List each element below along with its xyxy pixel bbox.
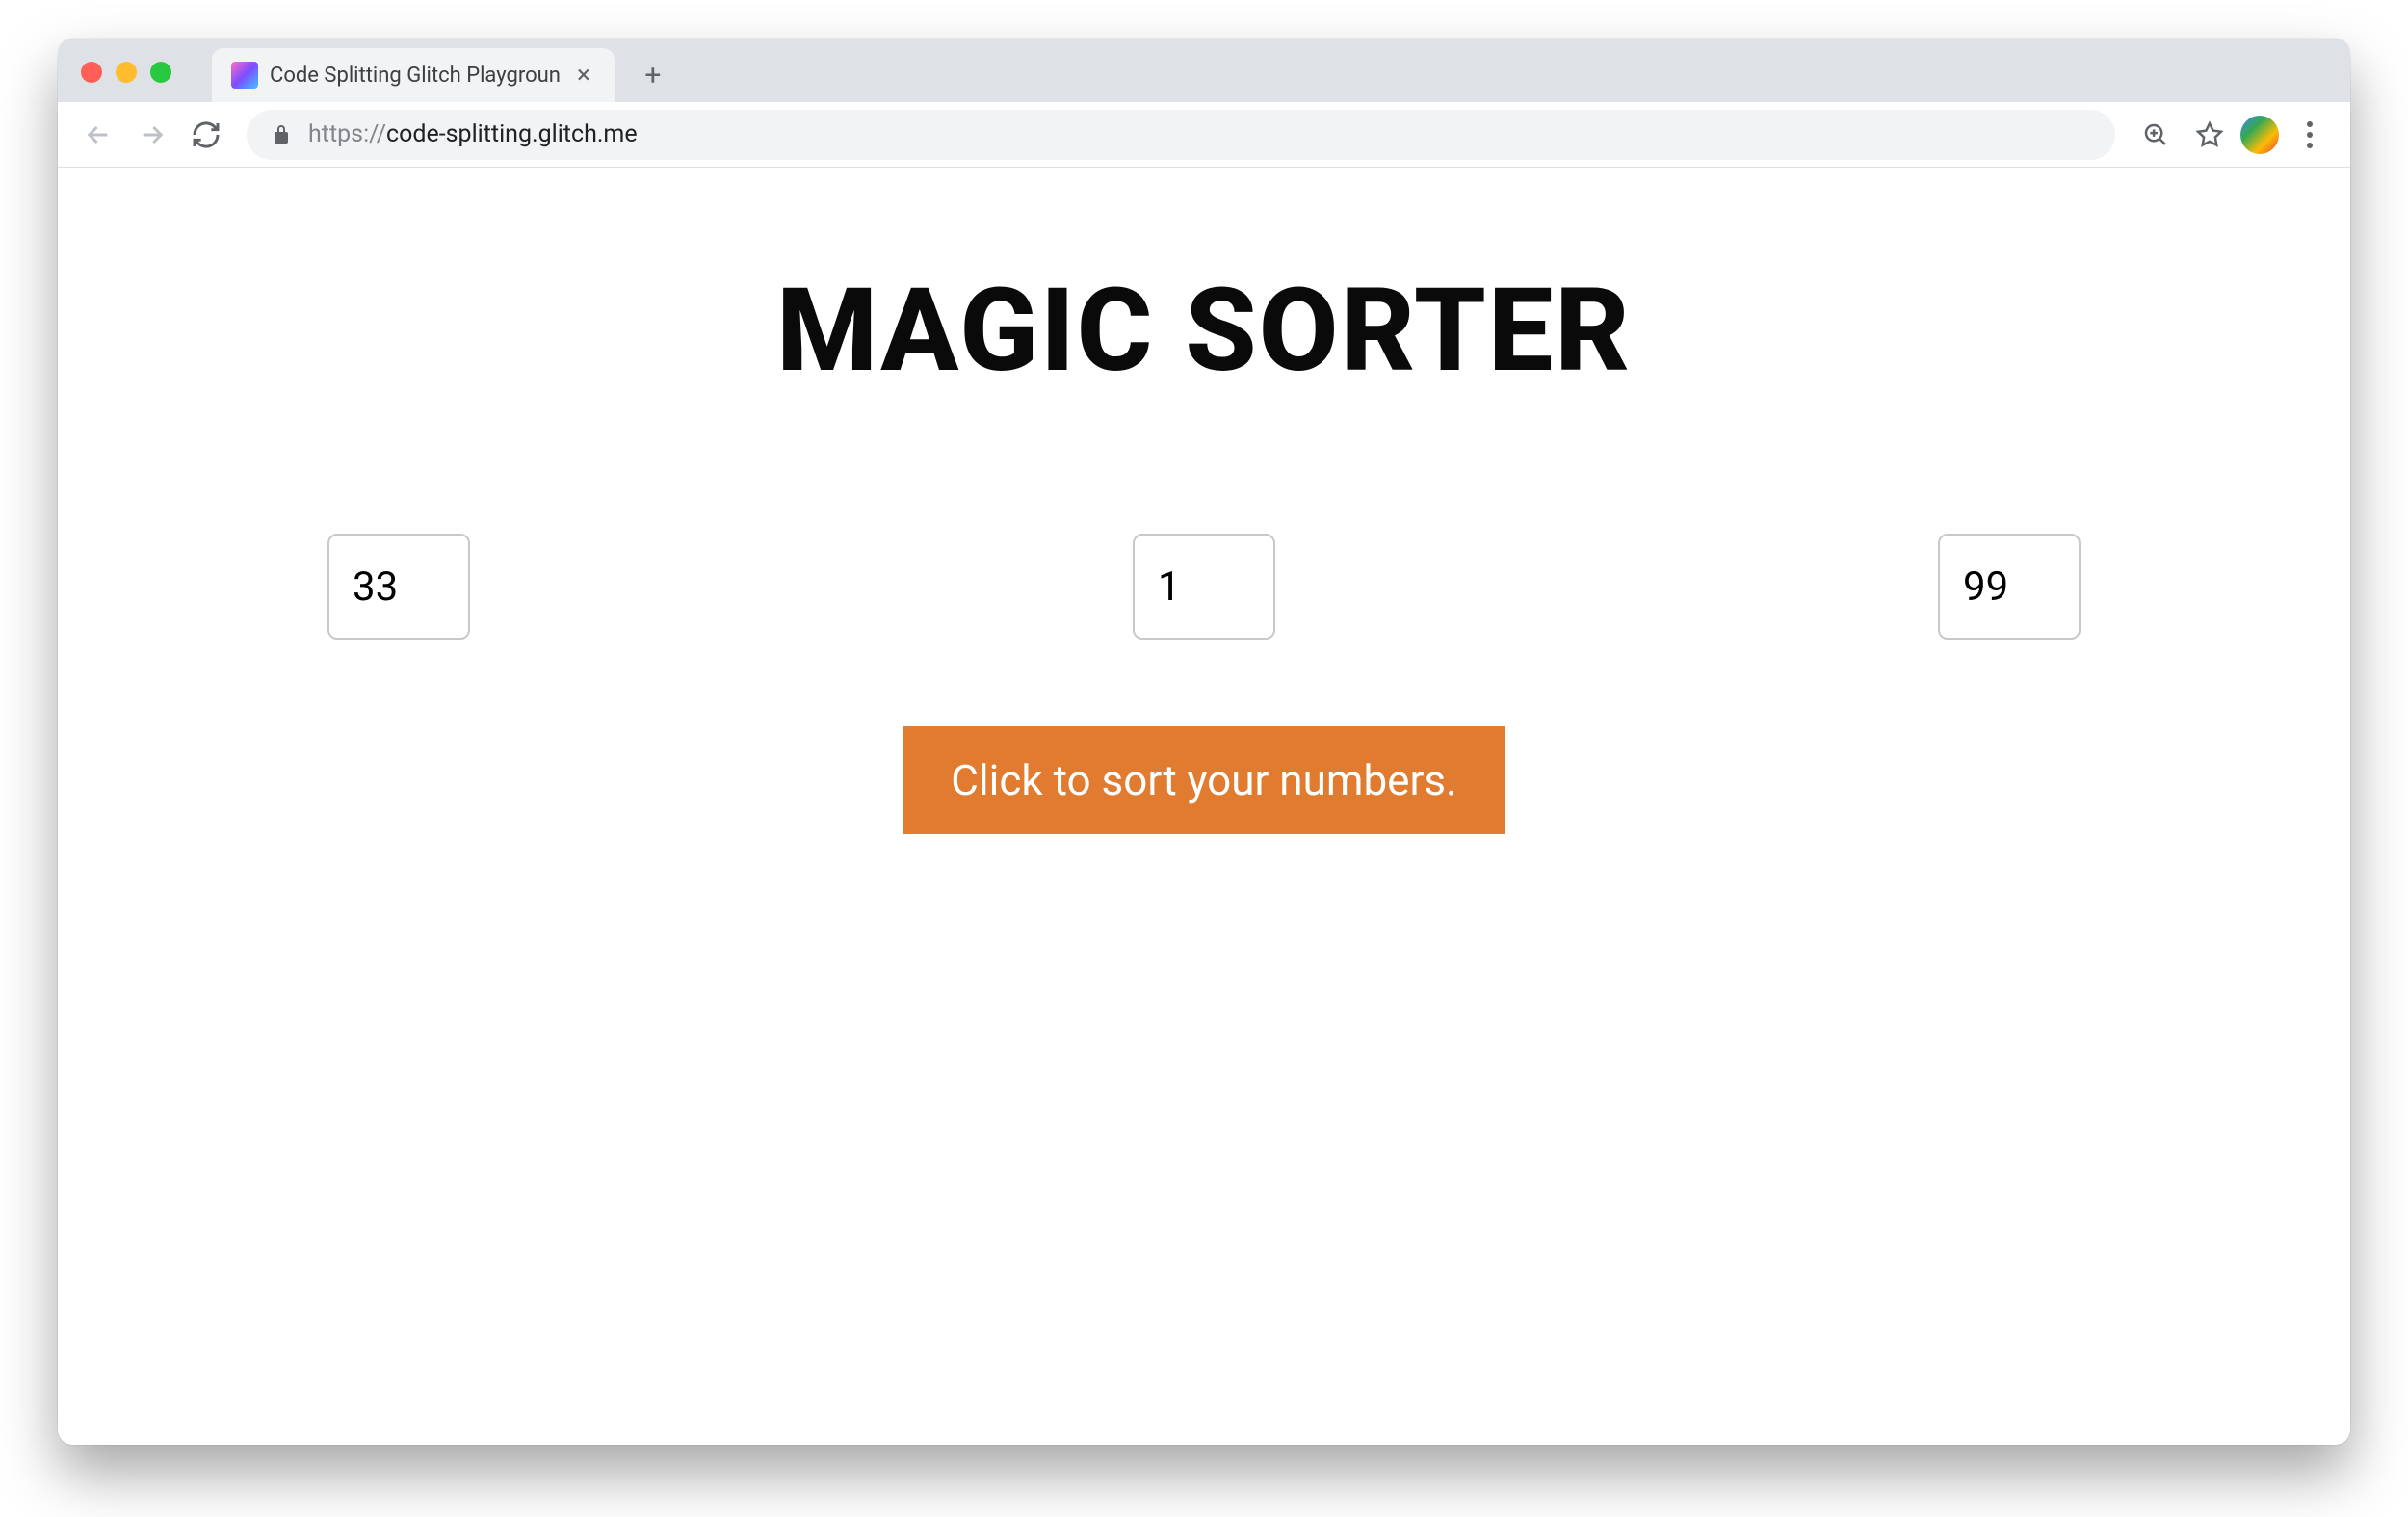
toolbar-right: [2133, 112, 2333, 158]
star-icon: [2195, 120, 2224, 149]
minimize-window-button[interactable]: [116, 62, 137, 83]
url-text: https://code-splitting.glitch.me: [308, 120, 2092, 148]
close-window-button[interactable]: [81, 62, 102, 83]
kebab-menu-icon: [2307, 121, 2313, 148]
browser-window: Code Splitting Glitch Playgroun × +: [58, 39, 2350, 1445]
new-tab-button[interactable]: +: [630, 52, 676, 98]
window-controls: [81, 62, 171, 83]
tab-title: Code Splitting Glitch Playgroun: [270, 64, 561, 88]
arrow-left-icon: [83, 119, 114, 150]
zoom-button[interactable]: [2133, 112, 2179, 158]
reload-button[interactable]: [183, 112, 229, 158]
reload-icon: [191, 119, 222, 150]
tab-bar: Code Splitting Glitch Playgroun × +: [58, 39, 2350, 102]
url-protocol: https://: [308, 120, 386, 148]
back-button[interactable]: [75, 112, 121, 158]
forward-button[interactable]: [129, 112, 175, 158]
url-host: code-splitting.glitch.me: [386, 120, 638, 148]
maximize-window-button[interactable]: [150, 62, 171, 83]
browser-toolbar: https://code-splitting.glitch.me: [58, 102, 2350, 168]
address-bar[interactable]: https://code-splitting.glitch.me: [247, 110, 2115, 160]
tab-strip: Code Splitting Glitch Playgroun × +: [212, 39, 676, 102]
bookmark-button[interactable]: [2186, 112, 2233, 158]
profile-avatar[interactable]: [2240, 116, 2279, 154]
page-title: MAGIC SORTER: [776, 264, 1632, 399]
sort-button[interactable]: Click to sort your numbers.: [903, 726, 1505, 834]
number-input-2[interactable]: [1133, 534, 1275, 640]
inputs-row: [327, 534, 2081, 640]
zoom-icon: [2141, 120, 2170, 149]
number-input-1[interactable]: [327, 534, 470, 640]
browser-tab[interactable]: Code Splitting Glitch Playgroun ×: [212, 48, 615, 102]
number-input-3[interactable]: [1938, 534, 2081, 640]
tab-favicon: [231, 62, 258, 89]
close-tab-button[interactable]: ×: [572, 64, 595, 87]
menu-button[interactable]: [2287, 112, 2333, 158]
lock-icon: [270, 123, 293, 146]
page-content: MAGIC SORTER Click to sort your numbers.: [58, 168, 2350, 1445]
arrow-right-icon: [137, 119, 168, 150]
